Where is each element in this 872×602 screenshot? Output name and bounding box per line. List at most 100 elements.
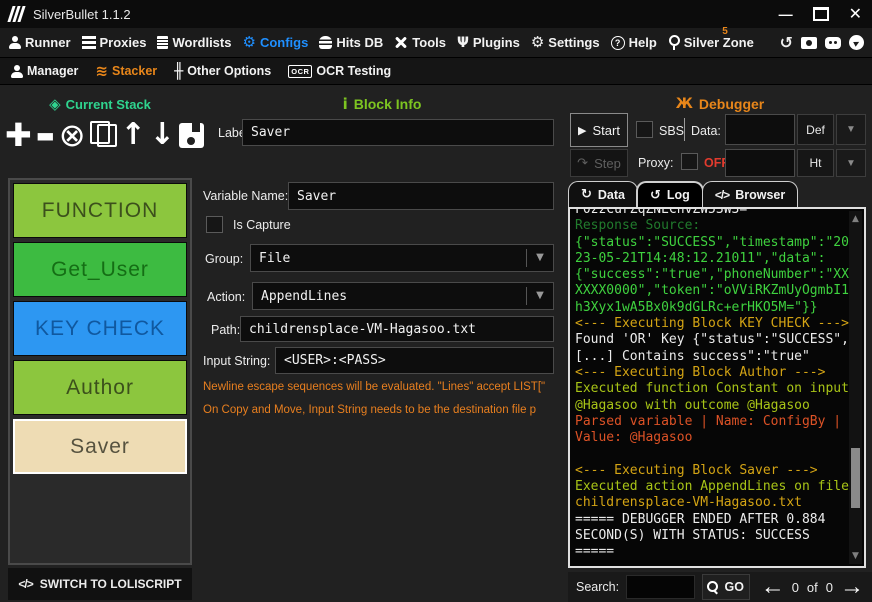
tab-label: Browser (735, 187, 786, 202)
subnav-item-manager[interactable]: Manager (10, 64, 78, 78)
app-window: SilverBullet 1.1.2 — ✕ Runner Proxies Wo… (0, 0, 872, 602)
log-line: Found 'OR' Key {"status":"SUCCESS", (575, 332, 849, 348)
minimize-icon[interactable]: — (779, 7, 793, 21)
log-line: Executed function Constant on input (575, 381, 849, 397)
subnav-label: Other Options (187, 64, 272, 78)
chevron-down-icon[interactable]: ▼ (836, 149, 866, 177)
action-label: Action: (207, 290, 246, 304)
menu-item-proxies[interactable]: Proxies (81, 35, 147, 50)
step-button[interactable]: ↷ Step (570, 149, 628, 177)
menu-item-wordlists[interactable]: Wordlists (157, 35, 231, 50)
data-input[interactable] (725, 114, 795, 145)
variable-name-input[interactable]: Saver (288, 182, 554, 210)
database-icon (319, 36, 333, 49)
log-search-bar: Search: GO ← 0 of 0 → (568, 572, 872, 602)
play-icon: ▶ (578, 123, 587, 137)
menu-label: Runner (25, 35, 71, 50)
menu-item-hits-db[interactable]: Hits DB (319, 35, 383, 50)
scrollbar-thumb[interactable] (851, 447, 860, 508)
window-title: SilverBullet 1.1.2 (33, 6, 131, 22)
clear-stack-button[interactable]: ⊗ (59, 119, 86, 151)
subnav-item-other-options[interactable]: ╫ Other Options (174, 61, 272, 80)
go-button[interactable]: GO (701, 574, 750, 600)
close-icon[interactable]: ✕ (849, 6, 862, 22)
sliders-icon: ╫ (174, 61, 184, 80)
discord-icon[interactable] (825, 36, 841, 49)
proxy-input[interactable] (725, 149, 795, 177)
add-block-button[interactable]: ✚ (5, 119, 32, 151)
go-button-label: GO (724, 580, 744, 594)
tab-log[interactable]: ↺ Log (636, 181, 704, 207)
menu-item-tools[interactable]: Tools (394, 35, 446, 50)
tab-data[interactable]: ↻ Data (568, 181, 638, 207)
stack-block-function[interactable]: FUNCTION (13, 183, 187, 238)
group-value: File (259, 250, 291, 266)
log-line: XXXX0000","token":"oVViRKZmUyOgmbI1 (575, 283, 849, 299)
menu-label: Wordlists (172, 35, 232, 50)
configs-gear-icon: ⚙ (242, 33, 256, 51)
stack-block-list: FUNCTION Get_User KEY CHECK Author Saver (8, 178, 192, 565)
proxy-type-dropdown[interactable]: Ht (797, 149, 834, 177)
is-capture-checkbox[interactable] (206, 216, 223, 233)
subnav-item-stacker[interactable]: ≋ Stacker (95, 61, 157, 80)
scroll-up-icon[interactable]: ▲ (849, 213, 862, 225)
stack-block-author[interactable]: Author (13, 360, 187, 415)
sbs-checkbox[interactable] (636, 121, 653, 138)
scroll-down-icon[interactable]: ▼ (849, 550, 862, 562)
duplicate-block-button[interactable] (89, 120, 117, 147)
path-input[interactable]: childrensplace-VM-Hagasoo.txt (240, 316, 554, 342)
data-type-dropdown[interactable]: Def (797, 114, 834, 145)
tab-label: Data (597, 187, 625, 202)
log-line: {"status":"SUCCESS","timestamp":"20 (575, 234, 849, 250)
stack-block-get-user[interactable]: Get_User (13, 242, 187, 297)
next-result-button[interactable]: → (840, 575, 864, 599)
menu-label: Help (628, 35, 657, 50)
menu-item-configs[interactable]: ⚙ Configs (242, 33, 308, 51)
move-up-button[interactable]: ↑ (121, 120, 146, 150)
bug-icon: Ж (675, 96, 693, 112)
remove-block-button[interactable]: ▬ (36, 125, 55, 145)
menu-item-runner[interactable]: Runner (8, 35, 71, 50)
history-icon[interactable]: ↺ (780, 34, 793, 51)
code-icon: </> (18, 577, 33, 591)
stack-toolbar: ✚ ▬ ⊗ ↑ ↓ (5, 110, 204, 160)
menu-label: Proxies (99, 35, 147, 50)
menu-item-silver-zone[interactable]: 5 Silver Zone (668, 26, 754, 50)
subnav-item-ocr-testing[interactable]: OCR Testing (288, 64, 391, 78)
action-dropdown[interactable]: AppendLines ▼ (252, 282, 554, 310)
stack-block-key-check[interactable]: KEY CHECK (13, 301, 187, 356)
stack-block-saver[interactable]: Saver (13, 419, 187, 474)
step-button-label: Step (594, 155, 621, 171)
prev-result-button[interactable]: ← (761, 575, 785, 599)
log-line: [...] Contains success":"true" (575, 348, 810, 364)
silver-zone-badge: 5 (722, 26, 728, 37)
help-icon: ? (610, 35, 625, 50)
stacker-icon: ≋ (95, 61, 108, 80)
chevron-down-icon[interactable]: ▼ (836, 114, 866, 145)
start-button[interactable]: ▶ Start (570, 113, 628, 147)
sub-toolbar: Manager ≋Stacker ╫Other Options OCR Test… (0, 58, 872, 85)
camera-icon[interactable] (801, 36, 817, 49)
pin-icon (668, 35, 681, 50)
input-string-input[interactable]: <USER>:<PASS> (275, 347, 554, 374)
label-input[interactable]: Saver (242, 119, 554, 146)
subnav-label: Manager (27, 64, 79, 78)
menu-item-settings[interactable]: ⚙ Settings (531, 35, 600, 51)
telegram-icon[interactable] (849, 35, 864, 50)
group-dropdown[interactable]: File ▼ (250, 244, 554, 272)
log-line: <--- Executing Block Author ---> (575, 364, 826, 380)
menu-item-help[interactable]: ? Help (610, 35, 657, 50)
switch-to-loliscript-button[interactable]: </> SWITCH TO LOLISCRIPT (8, 568, 192, 600)
code-icon: </> (714, 187, 730, 202)
debugger-panel: Ж Debugger ▶ Start SBS Data: Def ▼ ↷ Ste… (568, 85, 872, 602)
switch-button-label: SWITCH TO LOLISCRIPT (39, 577, 182, 591)
tab-browser[interactable]: </> Browser (701, 181, 799, 207)
menu-label: Tools (412, 35, 446, 50)
log-scrollbar[interactable]: ▲ ▼ (849, 211, 862, 564)
search-input[interactable] (626, 575, 695, 599)
menu-item-plugins[interactable]: Ψ Plugins (457, 35, 520, 50)
log-line: h3Xyx1wA5Bx0k9dGLRc+erHKO5M="}} (575, 299, 818, 315)
maximize-icon[interactable] (812, 7, 829, 21)
move-down-button[interactable]: ↓ (150, 120, 175, 150)
proxy-checkbox[interactable] (681, 153, 698, 170)
